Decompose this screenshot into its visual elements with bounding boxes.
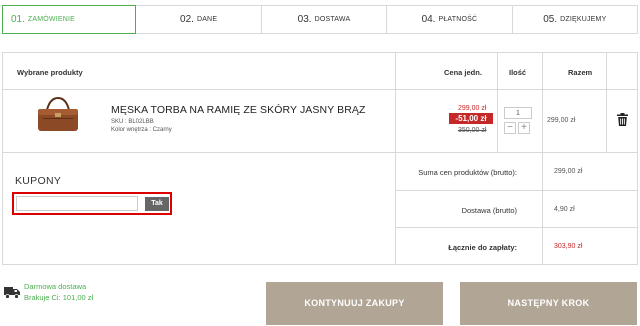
coupon-input[interactable]	[16, 196, 138, 211]
discount-badge: -51,00 zł	[449, 113, 493, 124]
total-label: Łącznie do zapłaty:	[448, 243, 517, 252]
checkout-steps: 01. ZAMÓWIENIE 02. DANE 03. DOSTAWA 04. …	[2, 5, 638, 34]
header-unit-price: Cena jedn.	[444, 68, 482, 77]
step-payment[interactable]: 04. PŁATNOŚĆ	[387, 6, 513, 33]
divider	[3, 152, 637, 153]
missing-amount: Brakuje Ci: 101,00 zł	[24, 293, 94, 302]
divider	[497, 53, 498, 153]
step-label: ZAMÓWIENIE	[27, 16, 76, 23]
step-data[interactable]: 02. DANE	[136, 6, 262, 33]
decrease-qty-button[interactable]: −	[504, 122, 516, 134]
continue-shopping-button[interactable]: KONTYNUUJ ZAKUPY	[266, 282, 443, 325]
apply-coupon-button[interactable]: Tak	[145, 197, 169, 211]
divider	[395, 53, 396, 265]
step-number: 03.	[297, 14, 312, 25]
product-image[interactable]	[33, 96, 83, 134]
trash-icon[interactable]	[617, 113, 628, 126]
step-number: 02.	[180, 14, 194, 25]
header-products: Wybrane produkty	[17, 68, 83, 77]
divider	[3, 89, 637, 90]
product-sku: SKU : BL02LBB	[111, 119, 154, 125]
shipping-value: 4,90 zł	[554, 206, 575, 213]
header-qty: Ilość	[509, 68, 527, 77]
increase-qty-button[interactable]: +	[518, 122, 530, 134]
step-delivery[interactable]: 03. DOSTAWA	[262, 6, 388, 33]
divider	[395, 227, 637, 228]
quantity-input[interactable]: 1	[504, 107, 532, 119]
step-label: PŁATNOŚĆ	[438, 16, 478, 23]
product-name[interactable]: MĘSKA TORBA NA RAMIĘ ZE SKÓRY JASNY BRĄZ	[111, 104, 366, 116]
row-total: 299,00 zł	[547, 117, 576, 124]
next-step-button[interactable]: NASTĘPNY KROK	[460, 282, 637, 325]
products-sum-value: 299,00 zł	[554, 168, 583, 175]
step-label: DZIĘKUJEMY	[560, 16, 607, 23]
step-order[interactable]: 01. ZAMÓWIENIE	[2, 5, 137, 34]
unit-price: 299,00 zł	[458, 105, 487, 112]
step-thanks[interactable]: 05. DZIĘKUJEMY	[513, 6, 637, 33]
divider	[542, 53, 543, 265]
step-label: DANE	[196, 16, 218, 23]
products-sum-label: Suma cen produktów (brutto):	[418, 168, 517, 177]
divider	[606, 53, 607, 153]
coupons-title: KUPONY	[15, 175, 62, 187]
shipping-label: Dostawa (brutto)	[461, 206, 517, 215]
cart-table: Wybrane produkty Cena jedn. Ilość Razem …	[2, 52, 638, 265]
free-shipping-label: Darmowa dostawa	[24, 282, 87, 291]
old-price: 350,00 zł	[458, 127, 487, 134]
step-label: DOSTAWA	[314, 16, 351, 23]
step-number: 01.	[11, 14, 25, 25]
product-color: Kolor wnętrza : Czarny	[111, 127, 172, 133]
step-number: 05.	[543, 14, 558, 25]
header-total: Razem	[568, 68, 593, 77]
total-value: 303,90 zł	[554, 243, 583, 250]
divider	[395, 190, 637, 191]
truck-icon	[4, 287, 20, 299]
step-number: 04.	[421, 14, 436, 25]
